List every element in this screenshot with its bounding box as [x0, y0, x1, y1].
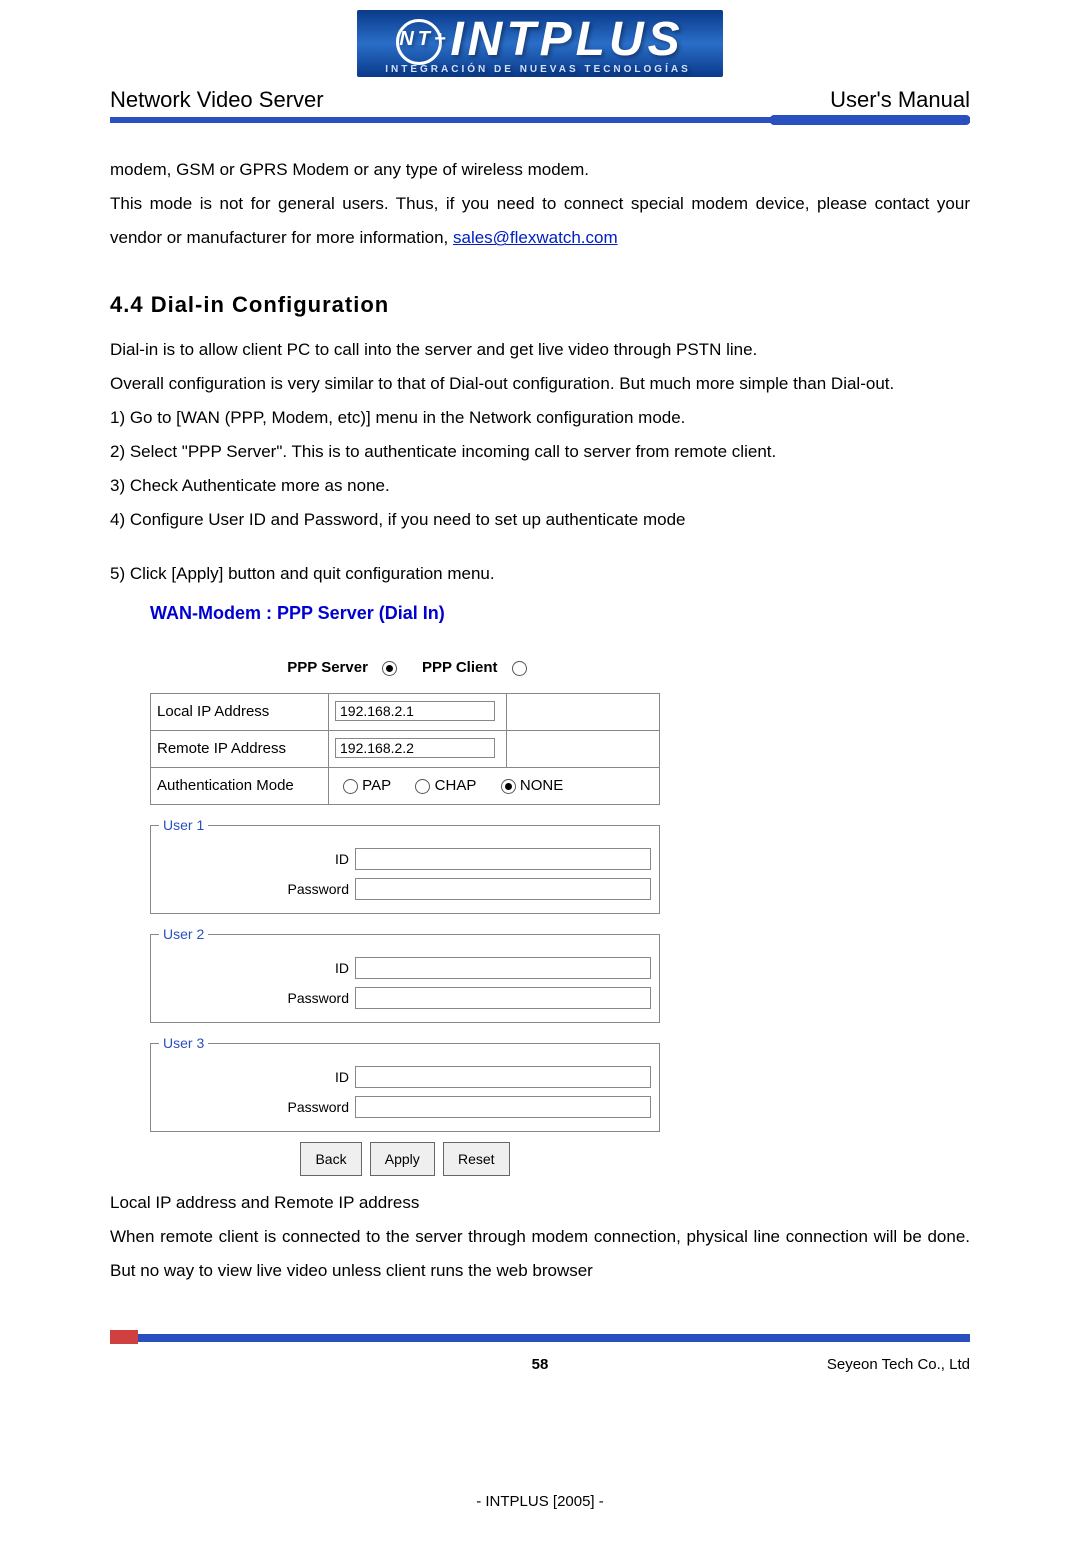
- copyright: - INTPLUS [2005] -: [0, 1493, 1080, 1510]
- user-2-pw-label: Password: [159, 984, 355, 1012]
- auth-mode-label: Authentication Mode: [151, 768, 329, 805]
- page-number: 58: [532, 1356, 549, 1373]
- user-1-pw-label: Password: [159, 875, 355, 903]
- step-1: 1) Go to [WAN (PPP, Modem, etc)] menu in…: [110, 401, 970, 435]
- step-3: 3) Check Authenticate more as none.: [110, 469, 970, 503]
- step-2: 2) Select "PPP Server". This is to authe…: [110, 435, 970, 469]
- user-2-id-label: ID: [159, 954, 355, 982]
- user-1-box: User 1 ID Password: [150, 811, 660, 914]
- local-ip-label: Local IP Address: [151, 694, 329, 731]
- user-3-pw-input[interactable]: [355, 1096, 651, 1118]
- user-1-legend: User 1: [159, 811, 208, 839]
- user-3-id-label: ID: [159, 1063, 355, 1091]
- user-3-pw-label: Password: [159, 1093, 355, 1121]
- user-3-id-input[interactable]: [355, 1066, 651, 1088]
- back-button[interactable]: Back: [300, 1142, 361, 1176]
- reset-button[interactable]: Reset: [443, 1142, 510, 1176]
- company-name: Seyeon Tech Co., Ltd: [827, 1356, 970, 1373]
- user-2-id-input[interactable]: [355, 957, 651, 979]
- section-p2: Overall configuration is very similar to…: [110, 367, 970, 401]
- ppp-server-radio[interactable]: [382, 661, 397, 676]
- remote-ip-input[interactable]: [335, 738, 495, 758]
- section-p1: Dial-in is to allow client PC to call in…: [110, 333, 970, 367]
- remote-ip-label: Remote IP Address: [151, 731, 329, 768]
- panel-title: WAN-Modem : PPP Server (Dial In): [150, 595, 660, 631]
- ppp-server-label: PPP Server: [287, 659, 368, 676]
- user-2-legend: User 2: [159, 920, 208, 948]
- logo-badge-icon: NT+: [396, 19, 442, 65]
- user-1-id-input[interactable]: [355, 848, 651, 870]
- auth-none-label: NONE: [520, 777, 563, 794]
- user-2-box: User 2 ID Password: [150, 920, 660, 1023]
- user-1-id-label: ID: [159, 845, 355, 873]
- auth-pap-radio[interactable]: [343, 779, 358, 794]
- doc-title-left: Network Video Server: [110, 87, 324, 113]
- local-ip-input[interactable]: [335, 701, 495, 721]
- header-divider: [110, 117, 970, 123]
- contact-email-link[interactable]: sales@flexwatch.com: [453, 228, 618, 247]
- ppp-client-label: PPP Client: [422, 659, 498, 676]
- auth-chap-radio[interactable]: [415, 779, 430, 794]
- doc-title-right: User's Manual: [830, 87, 970, 113]
- intro-line-2: This mode is not for general users. Thus…: [110, 187, 970, 255]
- intro-line-1: modem, GSM or GPRS Modem or any type of …: [110, 153, 970, 187]
- auth-none-radio[interactable]: [501, 779, 516, 794]
- auth-chap-label: CHAP: [435, 777, 476, 794]
- auth-pap-label: PAP: [362, 777, 391, 794]
- ppp-client-radio[interactable]: [512, 661, 527, 676]
- step-4: 4) Configure User ID and Password, if yo…: [110, 503, 970, 537]
- step-5: 5) Click [Apply] button and quit configu…: [110, 557, 970, 591]
- brand-logo: NT+INTPLUS INTEGRACIÓN DE NUEVAS TECNOLO…: [0, 0, 1080, 77]
- after-paragraph: When remote client is connected to the s…: [110, 1220, 970, 1288]
- user-3-box: User 3 ID Password: [150, 1029, 660, 1132]
- footer-divider: [110, 1328, 970, 1346]
- subheading-ip: Local IP address and Remote IP address: [110, 1186, 970, 1220]
- user-2-pw-input[interactable]: [355, 987, 651, 1009]
- apply-button[interactable]: Apply: [370, 1142, 435, 1176]
- user-1-pw-input[interactable]: [355, 878, 651, 900]
- config-panel: WAN-Modem : PPP Server (Dial In) PPP Ser…: [150, 595, 660, 1176]
- user-3-legend: User 3: [159, 1029, 208, 1057]
- section-heading: 4.4 Dial-in Configuration: [110, 283, 970, 327]
